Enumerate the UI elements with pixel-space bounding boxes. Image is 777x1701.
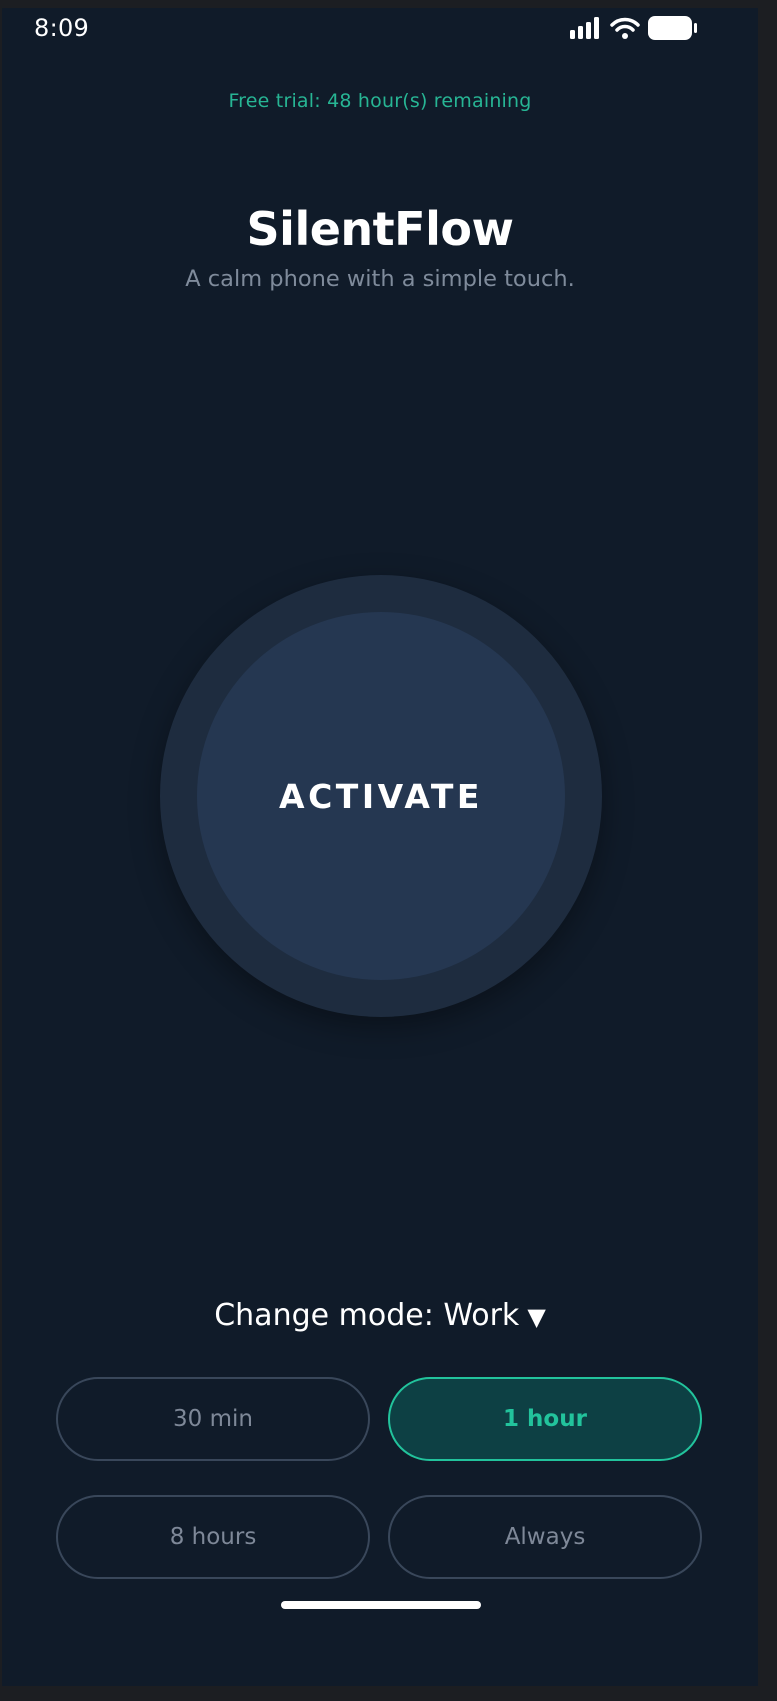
mode-label: Change mode: Work [214,1298,520,1333]
chevron-down-icon: ▼ [527,1303,546,1331]
trial-banner: Free trial: 48 hour(s) remaining [228,90,532,112]
home-indicator[interactable] [281,1601,481,1609]
wifi-icon [610,17,640,44]
app-title: SilentFlow [246,202,514,256]
status-time: 8:09 [34,14,90,42]
duration-1hour-button[interactable]: 1 hour [388,1377,702,1461]
duration-always-button[interactable]: Always [388,1495,702,1579]
battery-icon [648,16,698,45]
status-icons [570,16,698,45]
status-bar: 8:09 [2,8,758,54]
signal-icon [570,17,602,44]
activate-button-core: ACTIVATE [197,612,565,980]
app-subtitle: A calm phone with a simple touch. [185,266,575,292]
mode-dropdown[interactable]: Change mode: Work ▼ [2,1298,758,1333]
duration-8hours-button[interactable]: 8 hours [56,1495,370,1579]
duration-30min-button[interactable]: 30 min [56,1377,370,1461]
phone-screen: 8:09 Free trial: 48 hour(s) remaining Si… [2,8,758,1686]
activate-label: ACTIVATE [279,776,483,816]
activate-button[interactable]: ACTIVATE [160,575,602,1017]
